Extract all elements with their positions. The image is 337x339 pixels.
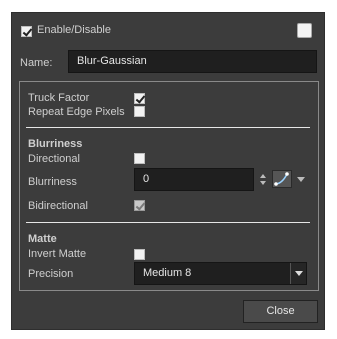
name-input[interactable]: Blur-Gaussian [68,50,317,73]
precision-select[interactable]: Medium 8 [134,262,307,285]
spin-down-icon [260,181,266,185]
function-curve-button[interactable] [272,170,292,188]
directional-label: Directional [28,153,80,165]
layer-properties-dialog: Enable/Disable Name: Blur-Gaussian Truck… [11,12,325,330]
bidirectional-checkbox[interactable] [134,200,146,211]
checkmark-icon [22,26,33,37]
enable-label: Enable/Disable [37,24,111,36]
parameters-group: Truck Factor Repeat Edge Pixels Blurrine… [19,81,319,291]
color-swatch-button[interactable] [297,23,312,38]
precision-label: Precision [28,268,74,280]
name-label: Name: [20,57,53,69]
function-curve-icon [274,172,289,186]
blurriness-input[interactable]: 0 [134,168,254,191]
invert-matte-label: Invert Matte [28,248,87,260]
enable-checkbox[interactable] [21,26,33,37]
separator [26,222,310,223]
directional-checkbox[interactable] [134,153,145,164]
precision-value: Medium 8 [143,267,192,279]
blurriness-label: Blurriness [28,176,77,188]
matte-section-title: Matte [28,233,57,245]
checkmark-icon [135,93,146,104]
chevron-down-icon[interactable] [290,263,306,284]
blurriness-spinner[interactable] [258,171,268,189]
bidirectional-label: Bidirectional [28,200,88,212]
repeat-edge-pixels-label: Repeat Edge Pixels [28,106,125,118]
checkmark-icon [135,200,146,211]
function-menu-arrow-icon[interactable] [297,177,305,182]
blurriness-section-title: Blurriness [28,138,83,150]
truck-factor-checkbox[interactable] [134,93,146,104]
close-button[interactable]: Close [243,300,318,323]
spin-up-icon [260,174,266,178]
separator [26,127,310,128]
invert-matte-checkbox[interactable] [134,249,145,260]
repeat-edge-pixels-checkbox[interactable] [134,106,145,117]
truck-factor-label: Truck Factor [28,92,90,104]
